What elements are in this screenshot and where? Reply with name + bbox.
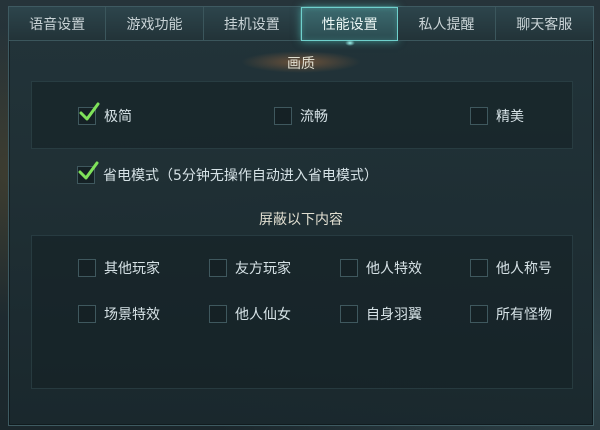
tab-chat-support[interactable]: 聊天客服 xyxy=(495,7,593,41)
tab-label: 挂机设置 xyxy=(223,16,280,33)
block-option-all-monsters[interactable]: 所有怪物 xyxy=(470,304,552,324)
tab-game-features[interactable]: 游戏功能 xyxy=(106,7,204,41)
checkbox[interactable] xyxy=(470,259,488,277)
block-option-own-wings[interactable]: 自身羽翼 xyxy=(340,304,422,324)
quality-option-minimal[interactable]: 极简 xyxy=(78,102,132,126)
checkbox-label: 他人特效 xyxy=(366,261,422,277)
block-option-others-titles[interactable]: 他人称号 xyxy=(470,258,552,278)
quality-options-box: 极简 流畅 精美 xyxy=(31,81,573,149)
tab-performance-settings[interactable]: 性能设置 xyxy=(300,7,399,41)
checkbox-label: 他人称号 xyxy=(496,261,552,277)
block-option-friendly-players[interactable]: 友方玩家 xyxy=(209,258,291,278)
checkbox[interactable] xyxy=(274,107,292,125)
checkbox-label: 友方玩家 xyxy=(235,261,291,277)
checkbox-label: 流畅 xyxy=(300,109,328,125)
checkbox[interactable] xyxy=(209,305,227,323)
tab-private-reminders[interactable]: 私人提醒 xyxy=(398,7,496,41)
tab-label: 私人提醒 xyxy=(418,16,475,33)
block-section-title: 屏蔽以下内容 xyxy=(259,212,343,228)
quality-option-smooth[interactable]: 流畅 xyxy=(274,106,328,126)
tab-voice-settings[interactable]: 语音设置 xyxy=(9,7,107,41)
checkbox-label: 自身羽翼 xyxy=(366,307,422,323)
checkbox[interactable] xyxy=(209,259,227,277)
checkbox[interactable] xyxy=(340,259,358,277)
block-option-other-players[interactable]: 其他玩家 xyxy=(78,258,160,278)
tab-label: 性能设置 xyxy=(321,17,378,33)
checkbox[interactable] xyxy=(340,305,358,323)
checkbox[interactable] xyxy=(78,259,96,277)
checkbox-label: 极简 xyxy=(104,109,132,125)
checkbox[interactable] xyxy=(470,305,488,323)
checkbox[interactable] xyxy=(77,161,99,184)
checkbox-label: 场景特效 xyxy=(104,307,160,323)
checkmark-icon xyxy=(78,161,99,180)
settings-panel: 语音设置 游戏功能 挂机设置 性能设置 私人提醒 聊天客服 画质 极简 流畅 精… xyxy=(8,6,594,426)
checkbox-label: 省电模式（5分钟无操作自动进入省电模式） xyxy=(103,168,378,184)
settings-tabs: 语音设置 游戏功能 挂机设置 性能设置 私人提醒 聊天客服 xyxy=(9,7,593,43)
tab-auto-play-settings[interactable]: 挂机设置 xyxy=(203,7,301,41)
quality-option-fine[interactable]: 精美 xyxy=(470,106,524,126)
block-option-others-effects[interactable]: 他人特效 xyxy=(340,258,422,278)
tab-label: 游戏功能 xyxy=(126,16,183,33)
checkbox-label: 他人仙女 xyxy=(235,307,291,323)
checkbox-label: 所有怪物 xyxy=(496,307,552,323)
checkbox[interactable] xyxy=(78,102,100,125)
checkbox[interactable] xyxy=(470,107,488,125)
block-option-others-fairies[interactable]: 他人仙女 xyxy=(209,304,291,324)
tab-label: 聊天客服 xyxy=(516,16,573,33)
checkbox[interactable] xyxy=(78,305,96,323)
checkbox-label: 精美 xyxy=(496,109,524,125)
checkbox-label: 其他玩家 xyxy=(104,261,160,277)
tab-label: 语音设置 xyxy=(29,16,86,33)
power-save-option[interactable]: 省电模式（5分钟无操作自动进入省电模式） xyxy=(77,161,378,185)
block-option-scene-effects[interactable]: 场景特效 xyxy=(78,304,160,324)
checkmark-icon xyxy=(79,102,100,121)
quality-section-title: 画质 xyxy=(287,56,315,72)
block-options-box: 其他玩家 友方玩家 他人特效 他人称号 场景特效 他人仙女 自身羽翼 所有怪物 xyxy=(31,235,573,389)
